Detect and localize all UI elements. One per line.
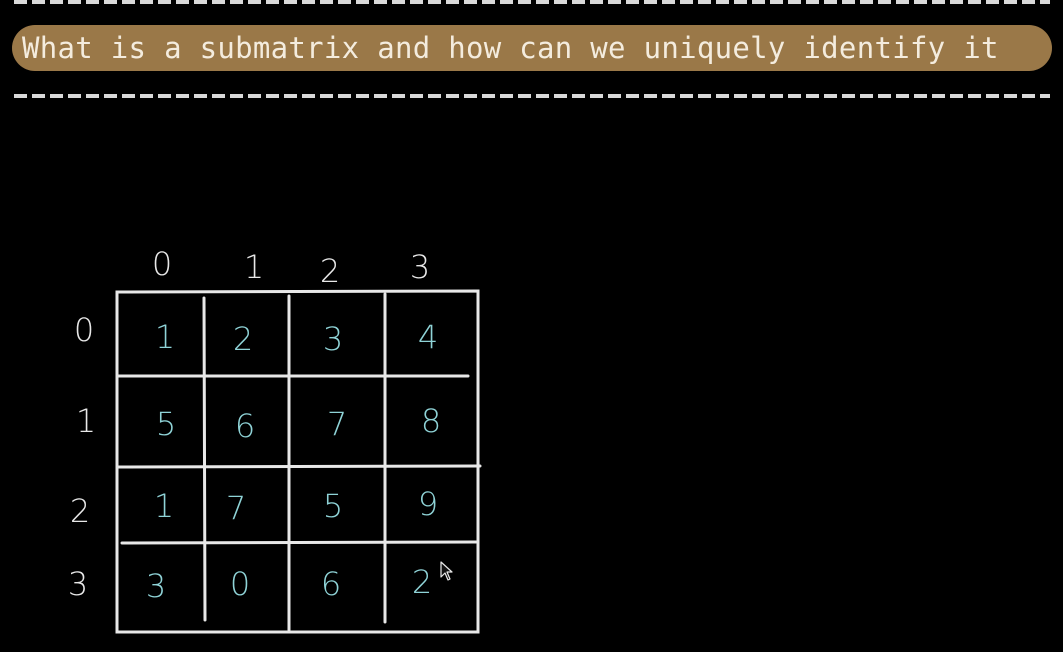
mouse-pointer-icon [440,561,453,581]
matrix-cell: 4 [418,318,438,356]
row-index-0: 0 [74,311,94,349]
matrix-cell: 2 [233,320,253,358]
whiteboard-canvas: What is a submatrix and how can we uniqu… [0,0,1063,652]
matrix-cell: 5 [156,405,176,443]
matrix-cell: 3 [323,320,343,358]
matrix-cell: 9 [418,485,438,523]
column-index-0: 0 [152,245,172,283]
grid-vline-1 [202,296,207,622]
matrix-drawing: 0 1 2 3 0 1 2 3 1 2 3 4 5 6 7 8 1 7 5 9 … [68,245,482,634]
matrix-cell: 2 [412,563,432,601]
matrix-cell: 6 [235,407,255,445]
grid-hline-2 [116,464,482,469]
column-index-1: 1 [244,248,264,286]
column-index-3: 3 [410,248,430,286]
matrix-cell: 5 [323,487,343,525]
matrix-cell: 8 [421,402,441,440]
matrix-cell: 1 [155,318,175,356]
row-index-1: 1 [76,402,96,440]
row-index-2: 2 [70,492,90,530]
grid-hline-3 [120,540,478,545]
matrix-cell: 1 [154,487,174,525]
matrix-cell: 7 [327,405,347,443]
matrix-cell: 3 [146,567,166,605]
row-index-3: 3 [68,565,88,603]
matrix-cell: 0 [230,565,250,603]
matrix-cell: 7 [226,489,246,527]
matrix-cell: 6 [321,565,341,603]
column-index-2: 2 [320,252,340,290]
